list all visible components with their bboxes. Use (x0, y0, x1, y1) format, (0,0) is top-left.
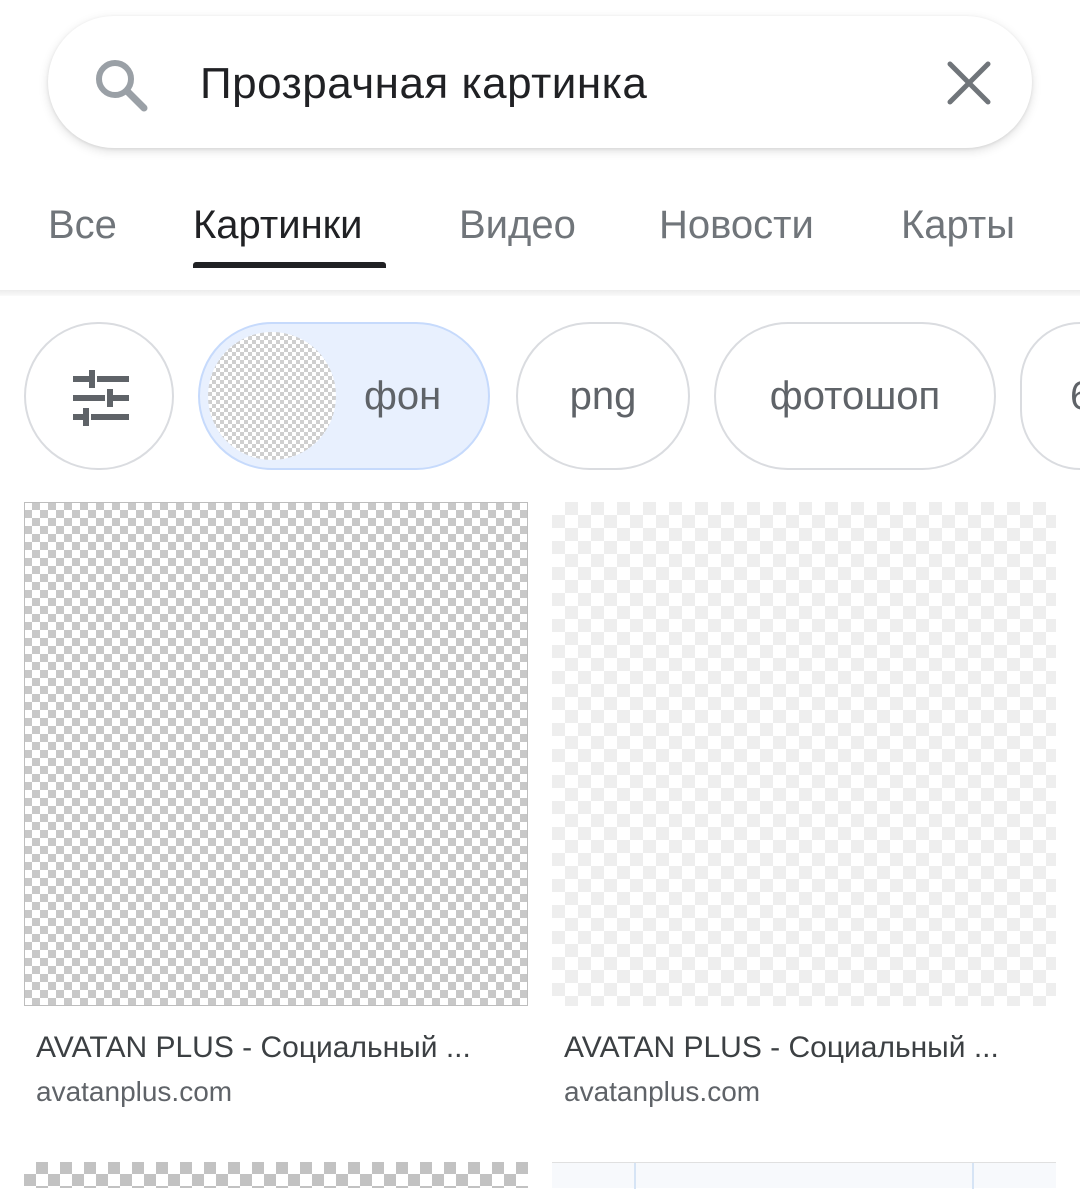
chip-label: png (569, 374, 637, 418)
image-result[interactable]: AVATAN PLUS - Социальный ... avatanplus.… (24, 502, 528, 1110)
chip-photoshop[interactable]: фотошоп (714, 322, 996, 470)
tab-news[interactable]: Новости (659, 200, 814, 250)
chip-label: фон (364, 374, 442, 418)
chip-label: 6 (1070, 324, 1080, 468)
tab-maps[interactable]: Карты (901, 200, 1015, 250)
search-icon[interactable] (92, 56, 148, 112)
result-image[interactable] (24, 502, 528, 1006)
search-tabs: Все Картинки Видео Новости Карты (0, 170, 1080, 280)
chip-fon[interactable]: фон (198, 322, 490, 470)
filter-chip[interactable] (24, 322, 174, 470)
result-domain: avatanplus.com (564, 1076, 761, 1107)
active-tab-indicator (193, 262, 386, 268)
chip-png[interactable]: png (516, 322, 690, 470)
result-image[interactable] (24, 1162, 528, 1188)
chip-thumbnail (208, 332, 336, 460)
search-input[interactable]: Прозрачная картинка (200, 58, 647, 110)
result-title[interactable]: AVATAN PLUS - Социальный ... (564, 1028, 1044, 1068)
image-result[interactable]: AVATAN PLUS - Социальный ... avatanplus.… (552, 502, 1056, 1110)
result-image[interactable] (552, 1162, 1056, 1189)
chip-partial[interactable]: 6 (1020, 322, 1080, 470)
chip-label: фотошоп (769, 374, 941, 418)
tune-filter-icon (73, 370, 129, 426)
close-icon[interactable] (946, 60, 992, 106)
tab-video[interactable]: Видео (459, 200, 576, 250)
tabs-divider (0, 290, 1080, 296)
result-image[interactable] (552, 502, 1056, 1006)
result-title[interactable]: AVATAN PLUS - Социальный ... (36, 1028, 516, 1068)
tab-all[interactable]: Все (48, 200, 117, 250)
result-domain: avatanplus.com (36, 1076, 233, 1107)
tab-images[interactable]: Картинки (193, 200, 363, 250)
